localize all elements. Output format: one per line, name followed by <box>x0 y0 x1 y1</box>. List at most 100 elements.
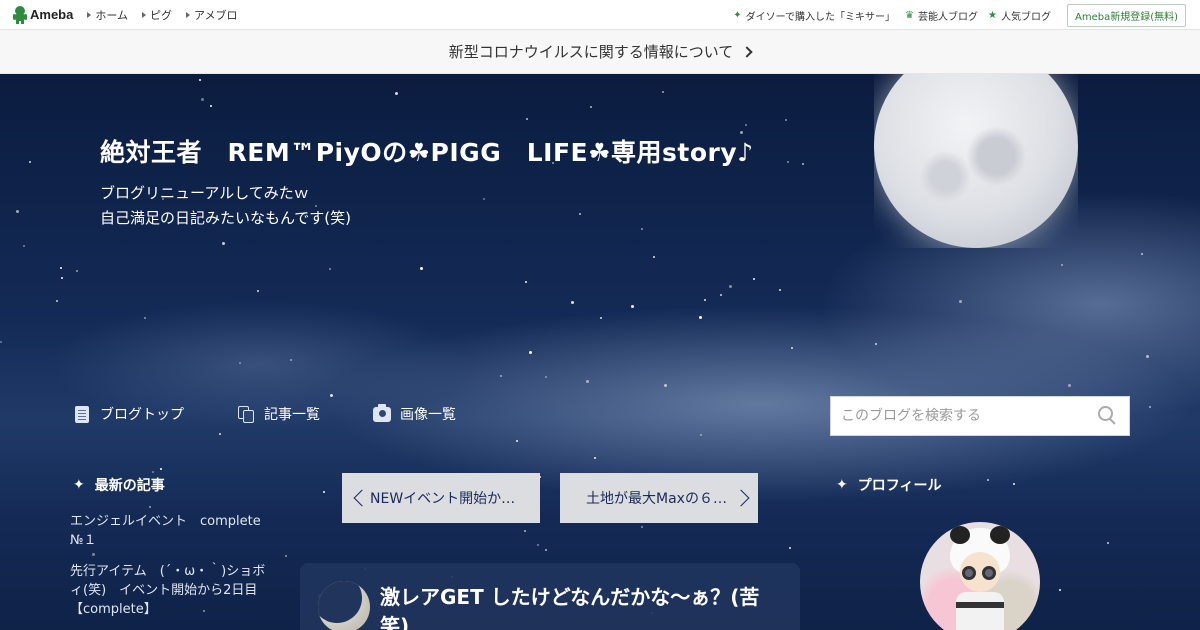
star <box>571 301 574 304</box>
next-entry-button[interactable]: 土地が最大Maxの６… <box>560 473 758 523</box>
blog-top-link[interactable]: ブログトップ <box>73 404 184 424</box>
star-icon: ★ <box>988 9 997 21</box>
star <box>1061 264 1063 266</box>
star <box>152 471 154 473</box>
star <box>545 549 547 551</box>
star <box>1107 542 1109 544</box>
list-item[interactable]: 先行アイテム (´・ω・｀)ショボィ(笑) イベント開始から2日目【comple… <box>70 562 275 619</box>
star <box>29 161 31 163</box>
ameba-mascot-icon <box>13 5 27 24</box>
star <box>290 359 292 361</box>
trending-link[interactable]: ✦ ダイソーで購入した「ミキサー」 <box>733 8 895 23</box>
star <box>1146 355 1149 358</box>
image-list-link[interactable]: 画像一覧 <box>373 403 456 424</box>
star <box>524 530 526 532</box>
star <box>285 555 287 557</box>
nav-pigg[interactable]: ピグ <box>142 7 172 23</box>
notice-text: 新型コロナウイルスに関する情報について <box>448 43 734 61</box>
star <box>500 375 502 377</box>
entry-list-link[interactable]: 記事一覧 <box>237 404 320 424</box>
star <box>144 317 146 319</box>
chevron-right-icon <box>732 489 750 507</box>
ameba-logo[interactable]: Ameba <box>13 5 73 24</box>
star <box>779 289 781 291</box>
star <box>395 92 398 95</box>
search-input[interactable] <box>831 397 1095 435</box>
blog-description: ブログリニューアルしてみたｗ 自己満足の日記みたいなもんです(笑) <box>100 184 351 227</box>
sparkle-icon: ✦ <box>73 477 85 493</box>
triangle-right-icon <box>186 11 191 18</box>
star <box>483 198 485 200</box>
chevron-right-icon <box>741 45 753 58</box>
star <box>631 305 634 308</box>
star <box>959 300 962 303</box>
star <box>0 341 2 343</box>
star <box>16 210 19 213</box>
triangle-right-icon <box>142 11 147 18</box>
nav-home[interactable]: ホーム <box>87 7 128 23</box>
star <box>56 300 58 302</box>
triangle-right-icon <box>87 11 92 18</box>
search-icon[interactable] <box>1095 403 1121 429</box>
star <box>329 268 331 270</box>
star <box>664 384 667 387</box>
star <box>704 299 706 301</box>
recent-entries-list: エンジェルイベント complete №１ 先行アイテム (´・ω・｀)ショボィ… <box>70 512 275 630</box>
copy-icon <box>237 405 255 423</box>
star <box>875 343 877 345</box>
star <box>729 285 732 288</box>
star <box>222 242 225 245</box>
star <box>745 124 747 126</box>
star <box>516 440 518 442</box>
star <box>257 290 259 292</box>
star <box>802 163 804 165</box>
star <box>23 245 25 247</box>
header-right-links: ✦ ダイソーで購入した「ミキサー」 ♛ 芸能人ブログ ★ 人気ブログ Ameba新規登… <box>733 0 1200 30</box>
popular-blog-link[interactable]: ★ 人気ブログ <box>988 8 1051 23</box>
blog-title[interactable]: 絶対王者 REM™PiyOの☘PIGG LIFE☘専用story♪ <box>100 133 754 169</box>
star <box>1149 406 1151 408</box>
star <box>210 105 212 107</box>
star <box>60 267 62 269</box>
star <box>199 79 201 81</box>
camera-icon <box>373 403 391 423</box>
star <box>239 362 241 364</box>
star <box>594 457 596 459</box>
crescent-moon-icon <box>318 581 370 630</box>
nav-ameblo[interactable]: アメブロ <box>186 7 237 23</box>
star <box>987 479 989 481</box>
star <box>160 468 162 470</box>
star <box>525 281 527 283</box>
star <box>720 294 722 296</box>
star <box>61 277 63 279</box>
article-card: 激レアGET したけどなんだかな～ぁ？(苦笑) <box>300 563 800 630</box>
celebrity-blog-link[interactable]: ♛ 芸能人ブログ <box>905 8 978 23</box>
star <box>1141 253 1143 255</box>
avatar[interactable] <box>920 522 1040 630</box>
star <box>1013 483 1015 485</box>
covid-notice-link[interactable]: 新型コロナウイルスに関する情報について <box>0 30 1200 74</box>
list-item[interactable]: エンジェルイベント complete №１ <box>70 512 275 550</box>
star <box>699 316 702 319</box>
register-button[interactable]: Ameba新規登録(無料) <box>1066 3 1186 27</box>
blog-nav: ブログトップ 記事一覧 画像一覧 <box>73 403 509 424</box>
article-title[interactable]: 激レアGET したけどなんだかな～ぁ？(苦笑) <box>380 583 780 630</box>
star <box>201 98 204 101</box>
star <box>1059 589 1061 591</box>
recent-entries-heading: ✦ 最新の記事 <box>73 477 165 494</box>
star <box>586 380 589 383</box>
star <box>76 270 78 272</box>
star <box>600 317 602 319</box>
star <box>330 394 333 397</box>
star <box>323 491 325 493</box>
global-header: Ameba ホーム ピグ アメブロ ✦ ダイソーで購入した「ミキサー」 ♛ 芸能人ブ… <box>0 0 1200 30</box>
prev-entry-button[interactable]: NEWイベント開始か… <box>342 473 540 523</box>
star <box>641 228 643 230</box>
star <box>219 433 221 435</box>
star <box>785 119 787 121</box>
star <box>545 376 547 378</box>
star <box>420 267 423 270</box>
star <box>641 526 643 528</box>
star <box>529 351 532 354</box>
star <box>753 278 755 280</box>
